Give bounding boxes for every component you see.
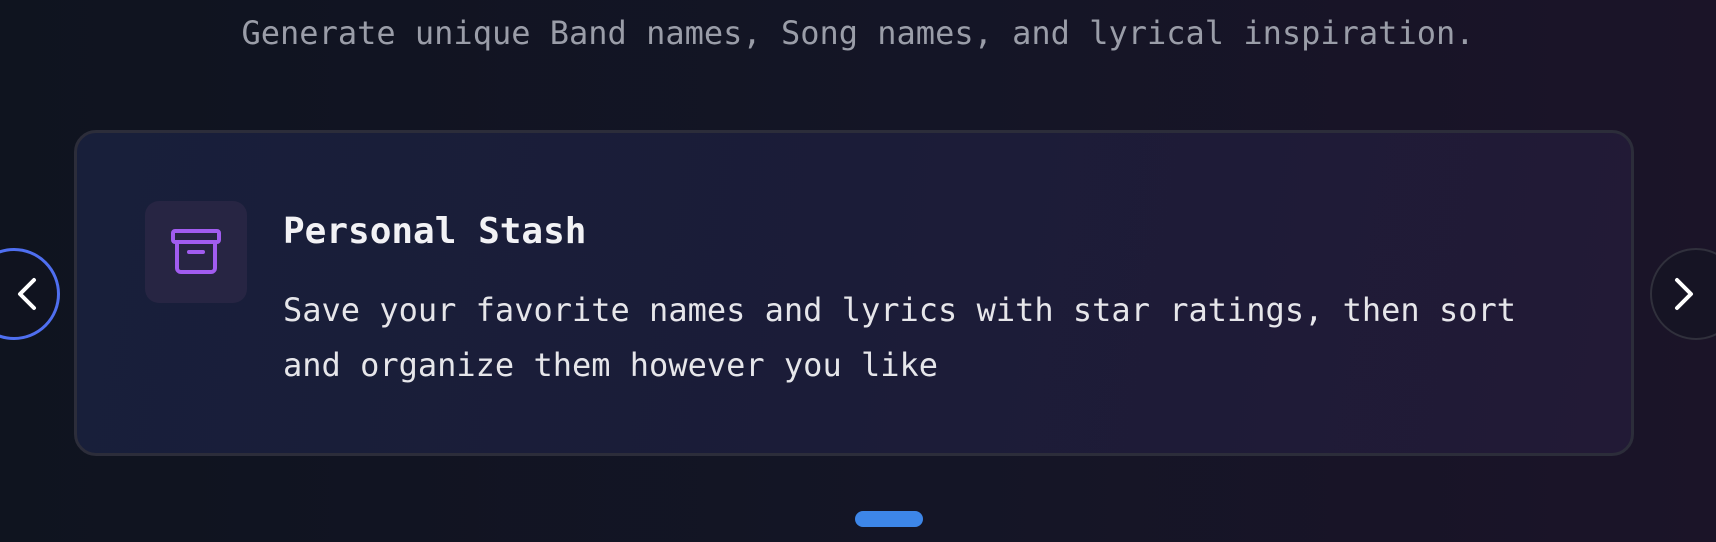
prev-slide-button[interactable]	[0, 248, 60, 340]
feature-title: Personal Stash	[283, 211, 587, 252]
carousel-indicator-active[interactable]	[855, 511, 923, 527]
feature-card: Personal Stash Save your favorite names …	[74, 130, 1634, 456]
chevron-right-icon	[1675, 278, 1693, 310]
feature-description: Save your favorite names and lyrics with…	[283, 291, 1516, 384]
next-slide-button[interactable]	[1650, 248, 1716, 340]
archive-box-icon	[171, 229, 221, 274]
chevron-left-icon	[18, 278, 36, 310]
feature-icon-box	[145, 201, 247, 303]
tagline: Generate unique Band names, Song names, …	[241, 14, 1475, 52]
